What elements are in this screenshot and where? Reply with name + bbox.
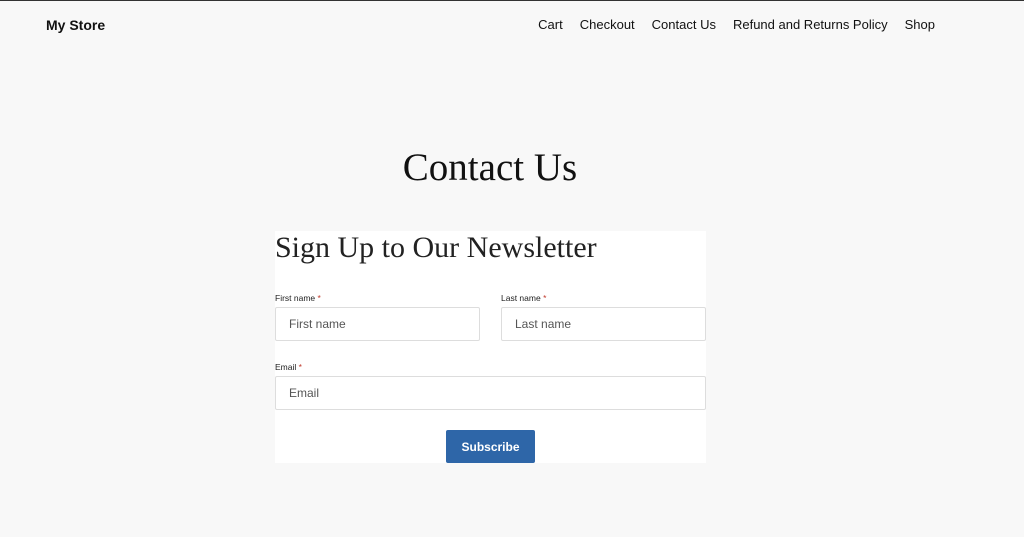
site-title-link[interactable]: My Store: [46, 17, 105, 33]
page-title: Contact Us: [402, 146, 578, 189]
subscribe-button[interactable]: Subscribe: [446, 430, 535, 463]
email-input[interactable]: [275, 376, 706, 410]
email-label: Email *: [275, 362, 302, 372]
nav-item-checkout[interactable]: Checkout: [580, 17, 635, 32]
first-name-label: First name *: [275, 293, 321, 303]
nav-item-cart[interactable]: Cart: [538, 17, 563, 32]
last-name-label: Last name *: [501, 293, 546, 303]
first-name-input[interactable]: [275, 307, 480, 341]
required-marker: *: [543, 293, 547, 303]
required-marker: *: [317, 293, 321, 303]
email-label-text: Email: [275, 362, 297, 372]
last-name-label-text: Last name: [501, 293, 541, 303]
newsletter-form: Sign Up to Our Newsletter First name * L…: [275, 231, 706, 463]
last-name-input[interactable]: [501, 307, 706, 341]
nav-item-refund-policy[interactable]: Refund and Returns Policy: [733, 17, 888, 32]
nav-item-shop[interactable]: Shop: [905, 17, 935, 32]
primary-nav: Cart Checkout Contact Us Refund and Retu…: [538, 17, 935, 32]
first-name-label-text: First name: [275, 293, 316, 303]
required-marker: *: [298, 362, 302, 372]
nav-item-contact-us[interactable]: Contact Us: [652, 17, 716, 32]
newsletter-heading: Sign Up to Our Newsletter: [275, 231, 597, 264]
